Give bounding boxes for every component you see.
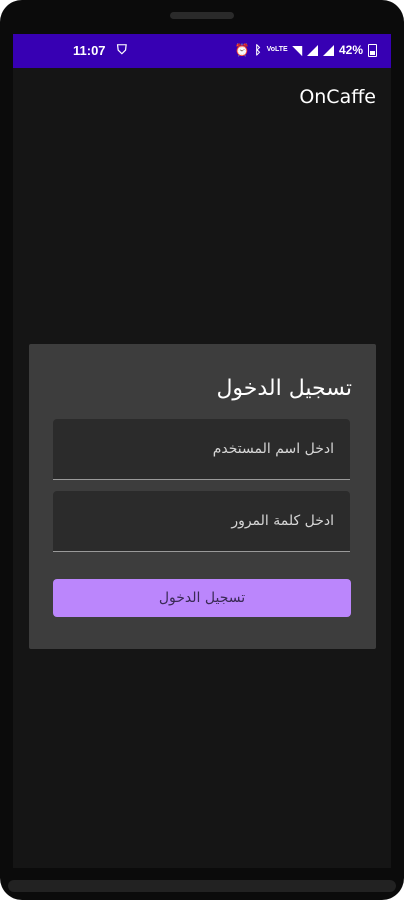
phone-frame: 11:07 ⛉ ⏰ ᛒ VoLTE ◥ 42% OnCaffe تسجيل ال… <box>0 0 404 900</box>
alarm-icon: ⏰ <box>234 43 250 57</box>
login-button[interactable]: تسجيل الدخول <box>53 579 351 617</box>
phone-bottom-edge <box>8 880 396 892</box>
network-type-label: VoLTE <box>266 46 288 53</box>
status-icons: ⏰ ᛒ VoLTE ◥ 42% <box>234 42 377 58</box>
username-input[interactable] <box>53 419 350 479</box>
password-input[interactable] <box>53 491 350 551</box>
screen: 11:07 ⛉ ⏰ ᛒ VoLTE ◥ 42% OnCaffe تسجيل ال… <box>13 34 391 868</box>
signal-icon-2 <box>322 44 334 56</box>
password-field <box>53 491 350 552</box>
battery-percent: 42% <box>338 43 363 57</box>
app-title: OnCaffe <box>299 86 376 108</box>
battery-icon <box>368 43 377 57</box>
login-title: تسجيل الدخول <box>216 376 352 401</box>
username-field <box>53 419 350 480</box>
speaker-grille <box>170 12 234 19</box>
signal-icon <box>306 44 318 56</box>
status-bar: 11:07 ⛉ ⏰ ᛒ VoLTE ◥ 42% <box>13 34 391 68</box>
login-card: تسجيل الدخول تسجيل الدخول <box>29 344 376 649</box>
status-time: 11:07 <box>73 43 106 58</box>
shield-icon: ⛉ <box>117 42 127 57</box>
bluetooth-icon: ᛒ <box>254 43 262 57</box>
wifi-icon: ◥ <box>292 43 302 57</box>
